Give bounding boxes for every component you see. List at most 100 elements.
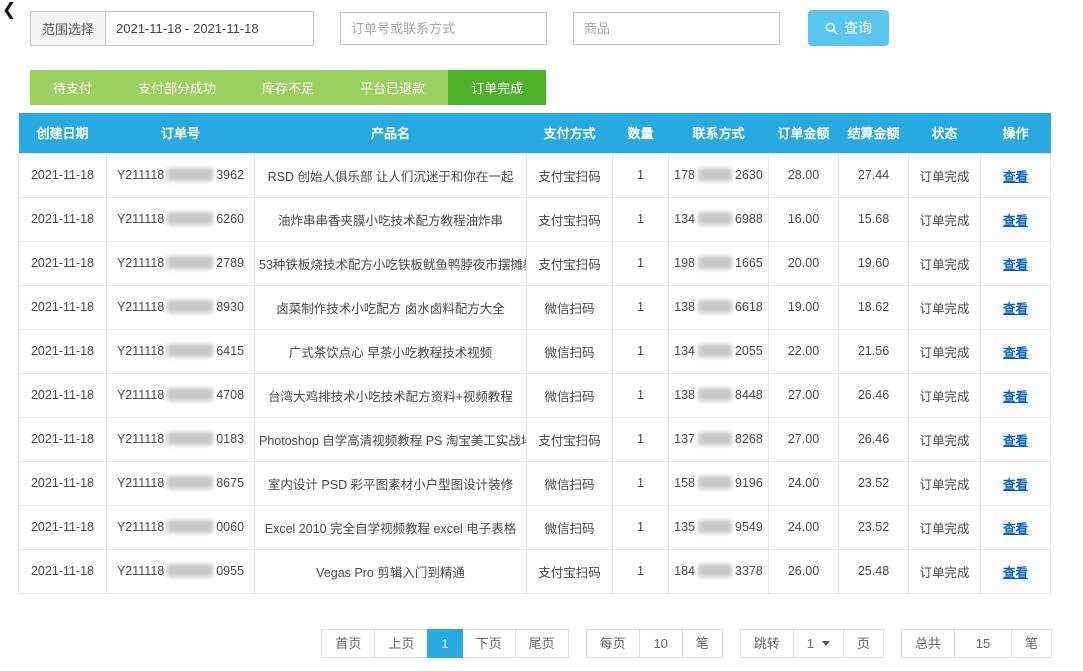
date-range-label: 范围选择 — [30, 11, 106, 46]
cell-payment-method: 支付宝扫码 — [527, 241, 613, 285]
cell-action: 查看 — [981, 505, 1051, 549]
cell-create-date: 2021-11-18 — [19, 285, 107, 329]
table-row: 2021-11-18Y2111183962RSD 创始人俱乐部 让人们沉迷于和你… — [19, 153, 1051, 197]
cell-settle-amount: 25.48 — [839, 549, 909, 593]
tab-待支付[interactable]: 待支付 — [30, 70, 115, 105]
cell-settle-amount: 18.62 — [839, 285, 909, 329]
table-row: 2021-11-18Y211118278953种铁板烧技术配方小吃铁板鱿鱼鸭脖夜… — [19, 241, 1051, 285]
cell-payment-method: 微信扫码 — [527, 461, 613, 505]
per-page-label: 每页 — [586, 629, 640, 658]
cell-status: 订单完成 — [909, 329, 981, 373]
cell-order-amount: 16.00 — [769, 197, 839, 241]
cell-status: 订单完成 — [909, 549, 981, 593]
back-icon[interactable]: ❮ — [2, 0, 16, 20]
cell-settle-amount: 15.68 — [839, 197, 909, 241]
cell-contact: 1346988 — [669, 197, 769, 241]
cell-payment-method: 支付宝扫码 — [527, 417, 613, 461]
cell-quantity: 1 — [613, 241, 669, 285]
prev-page-button[interactable]: 上页 — [374, 629, 428, 658]
cell-create-date: 2021-11-18 — [19, 153, 107, 197]
cell-payment-method: 微信扫码 — [527, 373, 613, 417]
cell-order-amount: 27.00 — [769, 417, 839, 461]
cell-status: 订单完成 — [909, 373, 981, 417]
query-button[interactable]: 查询 — [808, 10, 889, 46]
redacted-text — [698, 520, 732, 533]
redacted-text — [167, 212, 213, 225]
view-link[interactable]: 查看 — [1003, 566, 1028, 580]
view-link[interactable]: 查看 — [1003, 346, 1028, 360]
next-page-button[interactable]: 下页 — [462, 629, 516, 658]
total-group: 总共 15 笔 — [902, 629, 1052, 658]
table-row: 2021-11-18Y2111180955Vegas Pro 剪辑入门到精通支付… — [19, 549, 1051, 593]
cell-order-number: Y2111180060 — [107, 505, 255, 549]
tab-库存不足[interactable]: 库存不足 — [239, 70, 337, 105]
filter-bar: 范围选择 查询 — [0, 0, 1083, 46]
chevron-down-icon — [822, 641, 830, 646]
cell-order-amount: 20.00 — [769, 241, 839, 285]
cell-status: 订单完成 — [909, 505, 981, 549]
cell-order-number: Y2111186415 — [107, 329, 255, 373]
cell-contact: 1843378 — [669, 549, 769, 593]
cell-quantity: 1 — [613, 549, 669, 593]
view-link[interactable]: 查看 — [1003, 390, 1028, 404]
cell-status: 订单完成 — [909, 417, 981, 461]
cell-payment-method: 支付宝扫码 — [527, 549, 613, 593]
total-unit-label: 笔 — [1011, 629, 1052, 658]
cell-quantity: 1 — [613, 153, 669, 197]
view-link[interactable]: 查看 — [1003, 302, 1028, 316]
cell-product-name: 油炸串串香夹膜小吃技术配方教程油炸串 — [255, 197, 527, 241]
tab-订单完成[interactable]: 订单完成 — [448, 70, 546, 105]
per-page-input[interactable]: 10 — [639, 629, 683, 658]
cell-contact: 1782630 — [669, 153, 769, 197]
view-link[interactable]: 查看 — [1003, 522, 1028, 536]
view-link[interactable]: 查看 — [1003, 434, 1028, 448]
redacted-text — [698, 300, 732, 313]
cell-order-number: Y2111188930 — [107, 285, 255, 329]
cell-action: 查看 — [981, 153, 1051, 197]
date-range-group: 范围选择 — [30, 11, 314, 46]
column-header: 创建日期 — [19, 113, 107, 153]
pagination: 首页 上页 1 下页 尾页 每页 10 笔 跳转 1 页 总共 15 笔 — [322, 629, 1052, 658]
cell-order-amount: 27.00 — [769, 373, 839, 417]
view-link[interactable]: 查看 — [1003, 478, 1028, 492]
cell-quantity: 1 — [613, 505, 669, 549]
redacted-text — [167, 168, 213, 181]
cell-payment-method: 支付宝扫码 — [527, 153, 613, 197]
cell-order-number: Y2111188675 — [107, 461, 255, 505]
cell-contact: 1981665 — [669, 241, 769, 285]
table-row: 2021-11-18Y2111186415广式茶饮点心 早茶小吃教程技术视频微信… — [19, 329, 1051, 373]
product-search-input[interactable] — [573, 12, 780, 45]
cell-order-amount: 28.00 — [769, 153, 839, 197]
table-row: 2021-11-18Y2111184708台湾大鸡排技术小吃技术配方资料+视频教… — [19, 373, 1051, 417]
jump-page-select[interactable]: 1 — [793, 629, 844, 658]
cell-create-date: 2021-11-18 — [19, 461, 107, 505]
tab-支付部分成功[interactable]: 支付部分成功 — [115, 70, 239, 105]
current-page-button[interactable]: 1 — [427, 629, 462, 658]
cell-create-date: 2021-11-18 — [19, 197, 107, 241]
cell-payment-method: 微信扫码 — [527, 285, 613, 329]
cell-settle-amount: 23.52 — [839, 505, 909, 549]
last-page-button[interactable]: 尾页 — [515, 629, 569, 658]
cell-order-amount: 26.00 — [769, 549, 839, 593]
column-header: 订单号 — [107, 113, 255, 153]
cell-order-number: Y2111186260 — [107, 197, 255, 241]
date-range-input[interactable] — [106, 11, 314, 46]
column-header: 订单金额 — [769, 113, 839, 153]
cell-create-date: 2021-11-18 — [19, 241, 107, 285]
cell-create-date: 2021-11-18 — [19, 549, 107, 593]
order-table-body: 2021-11-18Y2111183962RSD 创始人俱乐部 让人们沉迷于和你… — [19, 153, 1051, 593]
tab-平台已退款[interactable]: 平台已退款 — [337, 70, 448, 105]
cell-create-date: 2021-11-18 — [19, 373, 107, 417]
first-page-button[interactable]: 首页 — [321, 629, 375, 658]
redacted-text — [698, 476, 732, 489]
view-link[interactable]: 查看 — [1003, 170, 1028, 184]
cell-contact: 1589196 — [669, 461, 769, 505]
redacted-text — [167, 344, 213, 357]
per-page-group: 每页 10 笔 — [587, 629, 723, 658]
view-link[interactable]: 查看 — [1003, 214, 1028, 228]
redacted-text — [698, 168, 732, 181]
order-search-input[interactable] — [340, 12, 547, 45]
total-label: 总共 — [901, 629, 955, 658]
view-link[interactable]: 查看 — [1003, 258, 1028, 272]
cell-quantity: 1 — [613, 329, 669, 373]
